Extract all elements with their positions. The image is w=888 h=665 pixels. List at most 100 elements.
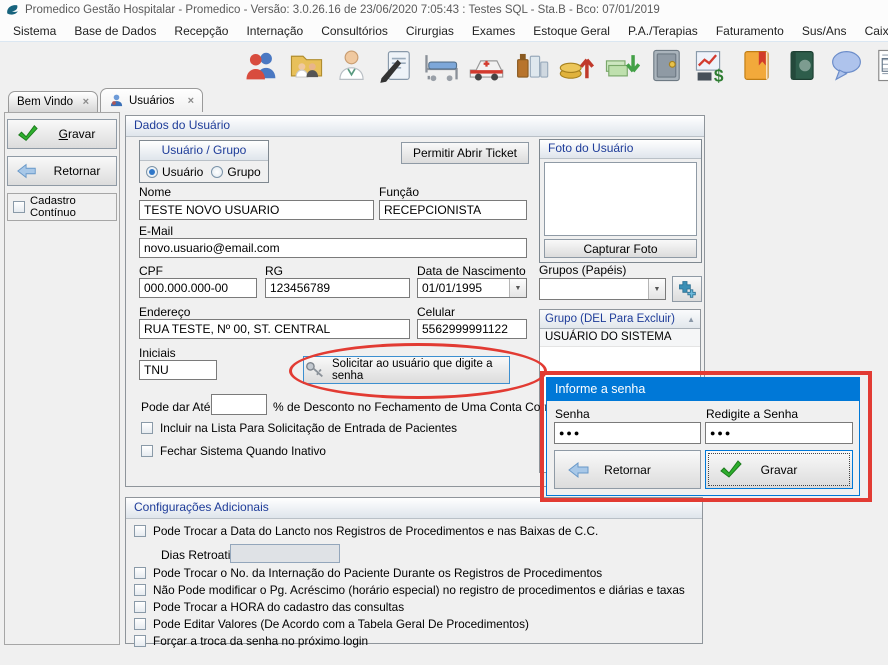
phonebook-icon[interactable] (738, 47, 775, 84)
tab-bem-vindo[interactable]: Bem Vindo × (8, 91, 98, 112)
menu-pa-terapias[interactable]: P.A./Terapias (619, 21, 707, 41)
menu-consultorios[interactable]: Consultórios (312, 21, 397, 41)
dialog-gravar-button[interactable]: Gravar (705, 450, 853, 489)
redigite-senha-input[interactable] (705, 422, 853, 444)
menu-exames[interactable]: Exames (463, 21, 524, 41)
rg-input[interactable] (265, 278, 410, 298)
check-icon (718, 458, 742, 482)
manual-icon[interactable] (783, 47, 820, 84)
checkbox-icon[interactable] (141, 445, 153, 457)
nascimento-combo[interactable]: ▼ (417, 278, 527, 298)
pode-trocar-data-label: Pode Trocar a Data do Lancto nos Registr… (153, 524, 598, 538)
safe-icon[interactable] (648, 47, 685, 84)
tabbar: Bem Vindo × Usuários × (0, 88, 888, 112)
chevron-down-icon[interactable]: ▼ (509, 279, 526, 297)
nascimento-input[interactable] (418, 279, 509, 297)
sidebar: Gravar Retornar Cadastro Contínuo (4, 112, 120, 645)
hospital-bed-icon[interactable] (423, 47, 460, 84)
add-grupo-button[interactable] (672, 276, 702, 302)
permitir-abrir-ticket-label: Permitir Abrir Ticket (413, 146, 517, 160)
checkbox-icon[interactable] (134, 635, 146, 647)
patient-folder-icon[interactable] (288, 47, 325, 84)
grupos-combo-input[interactable] (540, 279, 648, 299)
radio-usuario[interactable]: Usuário (146, 165, 203, 179)
dias-retroativos-input (230, 544, 340, 563)
cash-in-icon[interactable] (558, 47, 595, 84)
tab-usuarios[interactable]: Usuários × (100, 88, 203, 112)
desconto-prefix-label: Pode dar Até: (141, 400, 214, 414)
pharmacy-icon[interactable] (513, 47, 550, 84)
email-input[interactable] (139, 238, 527, 258)
desconto-suffix-label: % de Desconto no Fechamento de Uma Conta… (273, 400, 572, 414)
foto-header: Foto do Usuário (540, 140, 701, 159)
pode-trocar-internacao-checkbox-row[interactable]: Pode Trocar o No. da Internação do Pacie… (134, 566, 602, 580)
billing-icon[interactable]: $ (693, 47, 730, 84)
nao-pode-modificar-label: Não Pode modificar o Pg. Acréscimo (horá… (153, 583, 685, 597)
pode-trocar-hora-checkbox-row[interactable]: Pode Trocar a HORA do cadastro das consu… (134, 600, 404, 614)
user-icon (109, 93, 124, 108)
endereco-input[interactable] (139, 319, 410, 339)
ambulance-icon[interactable] (468, 47, 505, 84)
pode-trocar-hora-label: Pode Trocar a HORA do cadastro das consu… (153, 600, 404, 614)
menu-internacao[interactable]: Internação (237, 21, 312, 41)
fechar-sistema-label: Fechar Sistema Quando Inativo (160, 444, 326, 458)
checkbox-icon[interactable] (134, 601, 146, 613)
forcar-troca-senha-checkbox-row[interactable]: Forçar a troca da senha no próximo login (134, 634, 368, 648)
permitir-abrir-ticket-button[interactable]: Permitir Abrir Ticket (401, 142, 529, 164)
chat-icon[interactable] (828, 47, 865, 84)
gravar-button[interactable]: Gravar (7, 119, 117, 149)
checkbox-icon[interactable] (134, 584, 146, 596)
cpf-input[interactable] (139, 278, 257, 298)
chevron-down-icon[interactable]: ▼ (648, 279, 665, 299)
iniciais-input[interactable] (139, 360, 217, 380)
report-icon[interactable] (873, 47, 888, 84)
capturar-foto-button[interactable]: Capturar Foto (544, 239, 697, 258)
funcao-input[interactable] (379, 200, 527, 220)
users-icon[interactable] (243, 47, 280, 84)
checkbox-icon[interactable] (141, 422, 153, 434)
grupos-label: Grupos (Papéis) (539, 263, 626, 277)
prescription-icon[interactable] (378, 47, 415, 84)
senha-input[interactable] (554, 422, 701, 444)
radio-grupo[interactable]: Grupo (211, 165, 260, 179)
menu-cirurgias[interactable]: Cirurgias (397, 21, 463, 41)
menu-caixa[interactable]: Caixa (856, 21, 888, 41)
cadastro-continuo-panel: Cadastro Contínuo (7, 193, 117, 221)
retornar-button[interactable]: Retornar (7, 156, 117, 186)
dialog-retornar-button[interactable]: Retornar (554, 450, 701, 489)
nao-pode-modificar-checkbox-row[interactable]: Não Pode modificar o Pg. Acréscimo (horá… (134, 583, 685, 597)
pode-trocar-data-checkbox-row[interactable]: Pode Trocar a Data do Lancto nos Registr… (134, 524, 598, 538)
grupos-combo[interactable]: ▼ (539, 278, 666, 300)
tab-usuarios-label: Usuários (129, 95, 174, 107)
pode-editar-valores-checkbox-row[interactable]: Pode Editar Valores (De Acordo com a Tab… (134, 617, 529, 631)
funcao-label: Função (379, 185, 419, 199)
nome-input[interactable] (139, 200, 374, 220)
menu-sistema[interactable]: Sistema (4, 21, 65, 41)
menu-base-de-dados[interactable]: Base de Dados (65, 21, 165, 41)
toolbar: $ (0, 43, 888, 88)
desconto-input[interactable] (211, 394, 267, 415)
fechar-sistema-checkbox-row[interactable]: Fechar Sistema Quando Inativo (141, 444, 326, 458)
grupos-list-header[interactable]: Grupo (DEL Para Excluir) ▲ (540, 310, 700, 329)
menu-recepcao[interactable]: Recepção (165, 21, 237, 41)
solicitar-senha-button[interactable]: Solicitar ao usuário que digite a senha (303, 356, 510, 384)
grupo-row[interactable]: USUÁRIO DO SISTEMA (540, 329, 700, 347)
menu-sus-ans[interactable]: Sus/Ans (793, 21, 856, 41)
config-adicionais-header: Configurações Adicionais (126, 498, 702, 519)
incluir-lista-checkbox-row[interactable]: Incluir na Lista Para Solicitação de Ent… (141, 421, 457, 435)
checkbox-icon[interactable] (134, 567, 146, 579)
sort-asc-icon[interactable]: ▲ (687, 315, 695, 324)
tipo-header: Usuário / Grupo (140, 141, 268, 161)
tab-close-icon[interactable]: × (188, 95, 194, 107)
celular-input[interactable] (417, 319, 527, 339)
checkbox-icon[interactable] (134, 525, 146, 537)
cash-out-icon[interactable] (603, 47, 640, 84)
checkbox-icon[interactable] (134, 618, 146, 630)
menu-estoque-geral[interactable]: Estoque Geral (524, 21, 619, 41)
gravar-label: Gravar (38, 127, 116, 141)
tab-close-icon[interactable]: × (83, 96, 89, 108)
nascimento-label: Data de Nascimento (417, 264, 526, 278)
cadastro-continuo-checkbox[interactable] (13, 201, 25, 213)
menu-faturamento[interactable]: Faturamento (707, 21, 793, 41)
doctor-icon[interactable] (333, 47, 370, 84)
